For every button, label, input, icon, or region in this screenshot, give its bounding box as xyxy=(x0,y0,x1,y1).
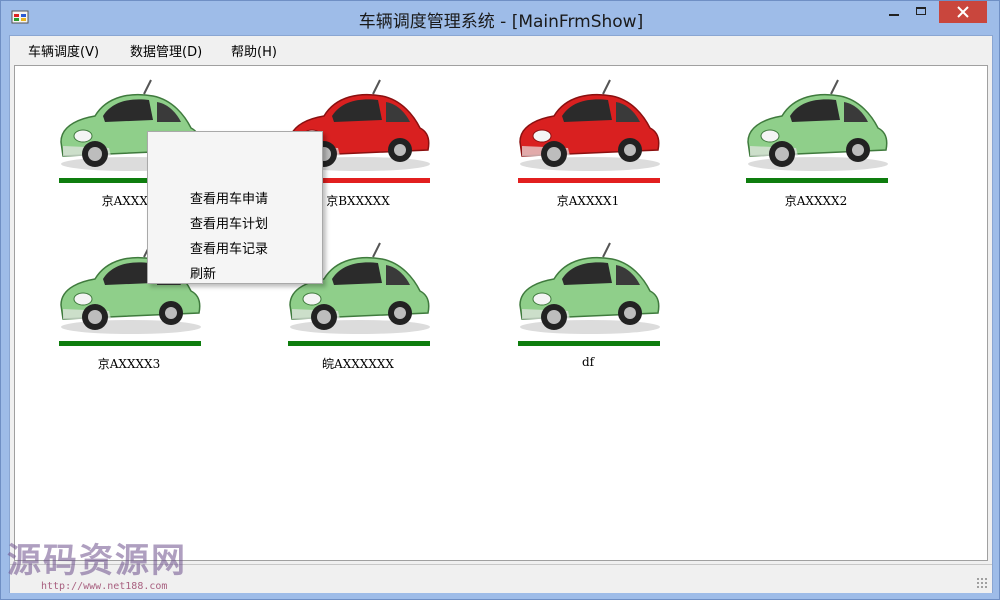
ctx-view-requests[interactable]: 查看用车申请 xyxy=(190,188,268,207)
car-image[interactable] xyxy=(508,239,668,347)
vehicle-plate-label: 皖AXXXXXX xyxy=(322,357,394,371)
resize-grip-icon[interactable] xyxy=(976,577,988,589)
watermark-logo: 源码资源网 xyxy=(7,541,187,581)
vehicle-plate-label: 京AXXXX2 xyxy=(784,194,848,208)
vehicle-tile[interactable]: df xyxy=(508,239,668,389)
car-image[interactable] xyxy=(508,76,668,184)
status-bar-indicator xyxy=(518,178,660,183)
context-menu: 查看用车申请 查看用车计划 查看用车记录 刷新 xyxy=(147,131,323,284)
vehicle-plate-label: df xyxy=(581,355,595,369)
status-bar-indicator xyxy=(746,178,888,183)
main-window: 车辆调度管理系统 - [MainFrmShow] 车辆调度(V) 数据管理(D)… xyxy=(0,0,1000,600)
minimize-button[interactable] xyxy=(879,1,909,23)
title-bar[interactable]: 车辆调度管理系统 - [MainFrmShow] xyxy=(1,1,1000,35)
close-button[interactable] xyxy=(939,1,987,23)
status-bar-indicator xyxy=(59,341,201,346)
close-icon xyxy=(957,6,969,18)
menu-help[interactable]: 帮助(H) xyxy=(227,41,281,60)
window-title: 车辆调度管理系统 - [MainFrmShow] xyxy=(358,12,644,32)
minimize-icon xyxy=(889,14,899,16)
menu-bar: 车辆调度(V) 数据管理(D) 帮助(H) xyxy=(10,36,992,63)
status-bar-indicator xyxy=(518,341,660,346)
ctx-view-plans[interactable]: 查看用车计划 xyxy=(190,213,268,232)
client-area: 车辆调度(V) 数据管理(D) 帮助(H) 京AXXXX 京BXXXXX 京AX… xyxy=(9,35,993,593)
vehicle-tile[interactable]: 京AXXXX1 xyxy=(508,76,668,226)
status-bar-indicator xyxy=(288,341,430,346)
ctx-view-records[interactable]: 查看用车记录 xyxy=(190,238,268,257)
ctx-refresh[interactable]: 刷新 xyxy=(190,263,216,282)
vehicle-tile[interactable]: 京AXXXX2 xyxy=(736,76,896,226)
maximize-button[interactable] xyxy=(907,1,937,23)
watermark-url: http://www.net188.com xyxy=(41,581,168,592)
vehicle-plate-label: 京AXXXX3 xyxy=(97,357,161,371)
maximize-icon xyxy=(916,7,926,15)
menu-vehicle-dispatch[interactable]: 车辆调度(V) xyxy=(24,41,103,60)
vehicle-plate-label: 京AXXXX1 xyxy=(556,194,620,208)
menu-data-management[interactable]: 数据管理(D) xyxy=(126,41,206,60)
car-image[interactable] xyxy=(736,76,896,184)
